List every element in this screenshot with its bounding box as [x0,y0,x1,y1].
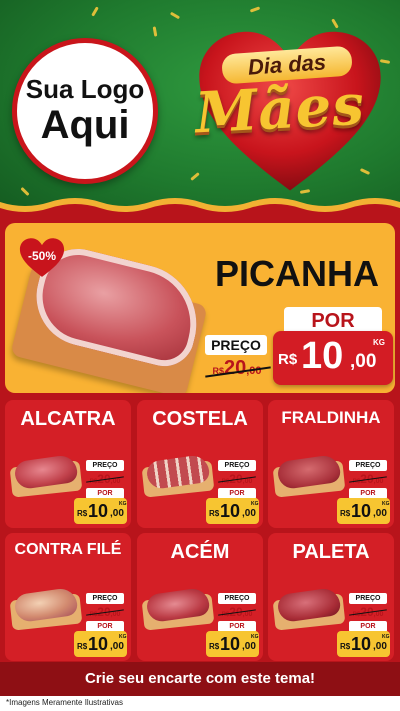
logo-text-line2: Aqui [40,102,130,147]
discount-badge: -50% [27,249,56,263]
new-price: R$ 10,00 KG [337,631,390,657]
hero-offer-card[interactable]: -50% PICANHA PREÇO R$20,00 POR R$ 10 ,00… [5,223,395,393]
wave-divider [0,198,400,226]
product-name: ALCATRA [20,408,116,430]
old-price-label: PREÇO [205,335,267,355]
product-card[interactable]: ACÉMPREÇOR$20,00PORR$10,00KG [137,533,263,661]
new-price: R$ 10,00 KG [206,631,259,657]
product-card[interactable]: ALCATRAPREÇOR$20,00PORR$10,00KG [5,400,131,528]
new-price: R$ 10,00 KG [337,498,390,524]
product-card[interactable]: COSTELAPREÇOR$20,00PORR$10,00KG [137,400,263,528]
logo-text-line1: Sua Logo [25,74,145,105]
product-card[interactable]: CONTRA FILÉPREÇOR$20,00PORR$10,00KG [5,533,131,661]
title-maes: Mães [193,71,367,147]
new-price: R$ 10,00 KG [74,631,127,657]
header-banner: Sua Logo Aqui Dia das Mães [0,0,400,216]
product-name: COSTELA [152,408,248,430]
product-name: PALETA [292,541,370,563]
product-name: FRALDINHA [281,408,381,427]
product-name: CONTRA FILÉ [14,541,122,558]
new-price: R$ 10,00 KG [74,498,127,524]
disclaimer-text: *Imagens Meramente Ilustrativas [6,698,123,707]
cta-banner[interactable]: Crie seu encarte com este tema! [0,662,400,696]
hero-product-name: PICANHA [214,253,379,294]
logo-placeholder: Sua Logo Aqui [12,38,158,184]
new-price: R$ 10,00 KG [206,498,259,524]
product-card[interactable]: FRALDINHAPREÇOR$20,00PORR$10,00KG [268,400,394,528]
product-name: ACÉM [170,541,230,563]
product-card[interactable]: PALETAPREÇOR$20,00PORR$10,00KG [268,533,394,661]
new-price: R$ 10 ,00 KG [273,331,393,385]
